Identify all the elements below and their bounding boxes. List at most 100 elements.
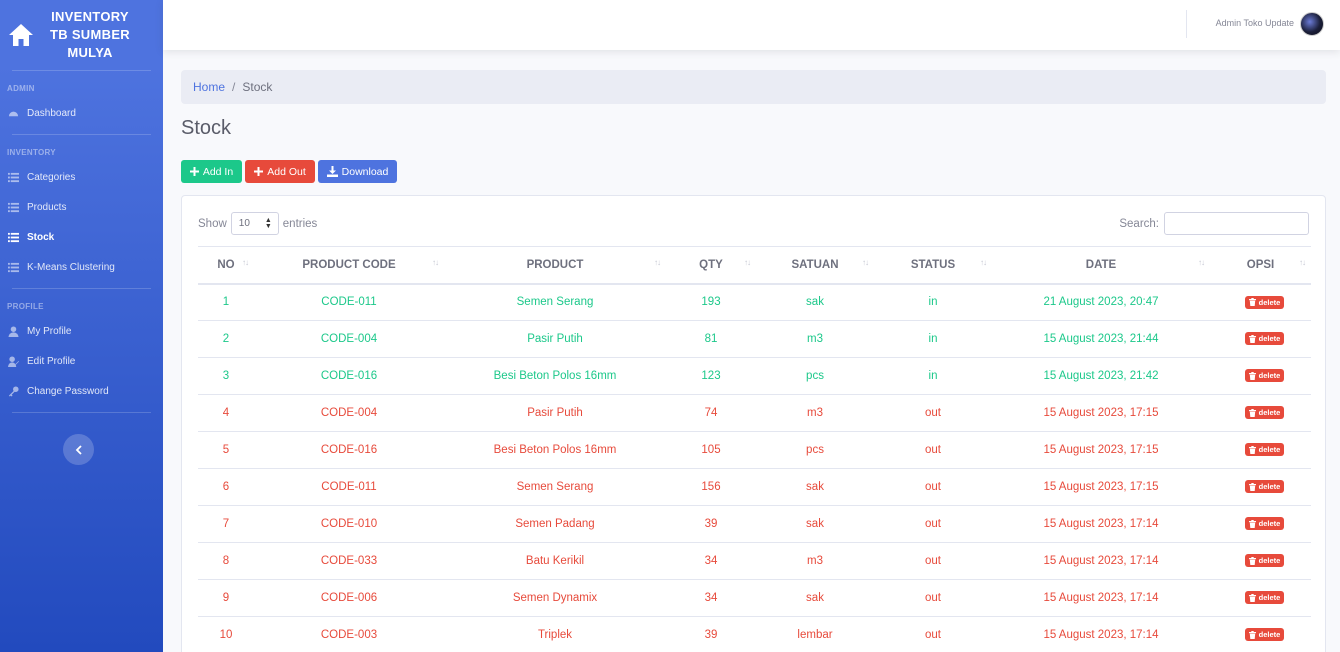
sort-icon: ↑↓ [744,258,751,267]
column-header-satuan[interactable]: SATUAN ↑↓ [756,246,874,285]
breadcrumb-home-link[interactable]: Home [193,80,225,94]
delete-button[interactable]: delete [1244,295,1285,309]
add-out-button[interactable]: Add Out [245,160,315,183]
sidebar-item-label: Edit Profile [27,355,76,367]
cell-row-number: 4 [198,394,254,432]
sidebar: INVENTORY TB SUMBER MULYA ADMIN Dashboar… [0,0,163,652]
sidebar-item-label: Dashboard [27,107,76,119]
delete-button[interactable]: delete [1244,369,1285,383]
column-header-date[interactable]: DATE ↑↓ [992,246,1210,285]
cell-status: out [874,394,992,432]
sidebar-item-products[interactable]: Products [0,192,163,222]
delete-label: delete [1258,556,1281,566]
cell-product-code: CODE-016 [254,431,444,469]
column-header-qty[interactable]: QTY ↑↓ [666,246,756,285]
entries-select[interactable]: 10 ▲ ▼ [230,212,279,235]
sidebar-item-label: K-Means Clustering [27,261,115,273]
cell-unit: lembar [756,616,874,652]
sidebar-item-label: Change Password [27,385,109,397]
cell-date: 15 August 2023, 17:15 [992,431,1210,469]
cell-quantity: 105 [666,431,756,469]
sidebar-item-categories[interactable]: Categories [0,162,163,192]
cell-product-name: Semen Serang [444,283,666,321]
trash-icon [1248,408,1256,417]
download-button[interactable]: Download [318,160,397,183]
cell-date: 15 August 2023, 17:14 [992,505,1210,543]
delete-label: delete [1258,519,1281,529]
cell-quantity: 81 [666,320,756,358]
breadcrumb: Home / Stock [181,70,1326,104]
table-row: 5 CODE-016 Besi Beton Polos 16mm 105 pcs out 1… [198,431,1311,469]
delete-button[interactable]: delete [1244,554,1285,568]
cell-status: out [874,616,992,652]
sidebar-divider [12,412,151,413]
user-name[interactable]: Admin Toko Update [1216,18,1294,28]
cell-product-code: CODE-011 [254,283,444,321]
column-header-opsi[interactable]: OPSI ↑↓ [1210,246,1311,285]
delete-button[interactable]: delete [1244,332,1285,346]
cell-row-number: 9 [198,579,254,617]
delete-button[interactable]: delete [1244,628,1285,642]
table-row: 4 CODE-004 Pasir Putih 74 m3 out 15 August 202… [198,394,1311,432]
delete-button[interactable]: delete [1244,480,1285,494]
sidebar-toggle-button[interactable] [63,434,94,465]
sidebar-item-label: Products [27,201,67,213]
cell-opsi: delete [1210,616,1311,652]
sidebar-heading-admin: ADMIN [7,84,35,93]
cell-date: 15 August 2023, 17:14 [992,542,1210,580]
table-row: 6 CODE-011 Semen Serang 156 sak out 15 August … [198,468,1311,506]
sort-icon: ↑↓ [1299,258,1306,267]
cell-quantity: 123 [666,357,756,395]
cell-row-number: 6 [198,468,254,506]
cell-date: 15 August 2023, 17:14 [992,616,1210,652]
column-header-product[interactable]: PRODUCT ↑↓ [444,246,666,285]
sidebar-item-change-password[interactable]: Change Password [0,376,163,406]
cell-unit: m3 [756,320,874,358]
column-header-status[interactable]: STATUS ↑↓ [874,246,992,285]
column-header-product-code[interactable]: PRODUCT CODE ↑↓ [254,246,444,285]
sidebar-item-stock[interactable]: Stock [0,222,163,252]
add-in-button[interactable]: Add In [181,160,242,183]
delete-button[interactable]: delete [1244,406,1285,420]
column-header-label: OPSI [1246,258,1275,271]
sidebar-item-dashboard[interactable]: Dashboard [0,98,163,128]
column-header-no[interactable]: NO ↑↓ [198,246,254,285]
column-header-label: STATUS [910,258,956,271]
avatar[interactable] [1300,12,1324,36]
cell-unit: sak [756,283,874,321]
download-label: Download [341,165,389,178]
table-row: 3 CODE-016 Besi Beton Polos 16mm 123 pcs in 15… [198,357,1311,395]
delete-label: delete [1258,297,1281,307]
download-icon [326,166,338,177]
cell-product-code: CODE-016 [254,357,444,395]
column-header-label: PRODUCT CODE [302,258,396,271]
plus-icon [189,167,199,176]
sidebar-item-edit-profile[interactable]: Edit Profile [0,346,163,376]
add-out-label: Add Out [267,165,306,178]
table-row: 1 CODE-011 Semen Serang 193 sak in 21 August 2… [198,283,1311,321]
delete-button[interactable]: delete [1244,591,1285,605]
cell-quantity: 34 [666,542,756,580]
column-header-label: NO [217,258,235,271]
sidebar-item-my-profile[interactable]: My Profile [0,316,163,346]
trash-icon [1248,630,1256,639]
entries-value: 10 [238,218,250,229]
cell-opsi: delete [1210,579,1311,617]
cell-status: in [874,357,992,395]
sidebar-brand[interactable]: INVENTORY TB SUMBER MULYA [0,0,163,70]
list-icon [8,232,19,242]
select-arrows-icon: ▲ ▼ [264,217,272,230]
sort-icon: ↑↓ [1198,258,1205,267]
search-input[interactable] [1164,212,1309,235]
stock-table: NO ↑↓ PRODUCT CODE ↑↓ PRODUCT ↑↓ QTY ↑↓ SATUAN ↑↓… [198,246,1311,652]
breadcrumb-separator: / [232,80,236,94]
delete-button[interactable]: delete [1244,517,1285,531]
cell-quantity: 39 [666,505,756,543]
cell-unit: sak [756,505,874,543]
delete-button[interactable]: delete [1244,443,1285,457]
cell-quantity: 39 [666,616,756,652]
sidebar-item-kmeans-clustering[interactable]: K-Means Clustering [0,252,163,282]
sidebar-item-label: Stock [27,231,55,243]
cell-product-name: Semen Serang [444,468,666,506]
cell-date: 15 August 2023, 17:15 [992,394,1210,432]
